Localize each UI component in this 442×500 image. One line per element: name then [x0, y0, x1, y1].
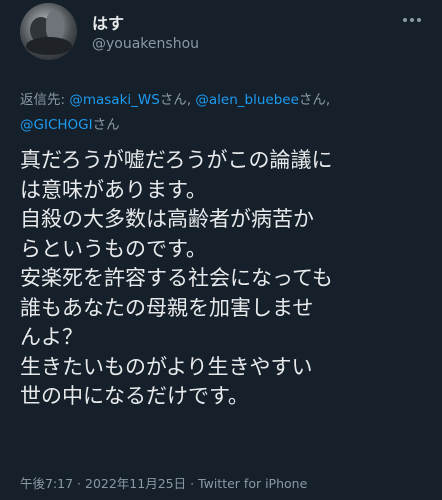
tweet-text-line: は意味があります。: [20, 177, 207, 202]
tweet-text-line: んよ？: [20, 325, 83, 349]
tweet-text-line: 真だろうが嘘だろうがこの論議に: [20, 148, 333, 172]
mention-separator: ,: [325, 92, 331, 108]
tweet-text-line: 生きたいものがより生きやすい: [20, 354, 313, 379]
mention-link[interactable]: @masaki_WS: [69, 92, 159, 108]
mention-suffix: さん: [298, 92, 326, 108]
tweet-text: 真だろうが嘘だろうがこの論議に は意味があります。 自殺の大多数は高齢者が病苦か…: [20, 146, 430, 412]
more-options-icon[interactable]: [400, 12, 424, 28]
tweet-text-line: 自殺の大多数は高齢者が病苦か: [20, 207, 314, 231]
meta-separator: ·: [73, 476, 85, 491]
tweet-detail: はす @youakenshou 返信先: @masaki_WSさん, @alen…: [0, 0, 442, 500]
mention-suffix: さん: [159, 92, 187, 108]
meta-separator: ·: [186, 476, 199, 491]
tweet-text-line: 世の中になるだけです。: [20, 384, 249, 408]
display-name[interactable]: はす: [92, 10, 124, 34]
mention-suffix: さん: [92, 117, 120, 133]
tweet-text-line: 誰もあなたの母親を加害しませ: [20, 295, 314, 320]
tweet-text-line: らというものです。: [20, 236, 207, 261]
user-handle[interactable]: @youakenshou: [92, 36, 199, 52]
mention-link[interactable]: @GICHOGI: [20, 117, 93, 133]
reply-to-prefix: 返信先:: [20, 92, 70, 108]
mention-link[interactable]: @alen_bluebee: [195, 92, 299, 108]
tweet-meta: 午後7:17 · 2022年11月25日 · Twitter for iPhon…: [20, 473, 307, 492]
reply-to-line: 返信先: @masaki_WSさん, @alen_bluebeeさん, @GIC…: [20, 88, 420, 138]
tweet-date[interactable]: 2022年11月25日: [85, 476, 186, 491]
tweet-source: Twitter for iPhone: [198, 476, 308, 491]
tweet-text-line: 安楽死を許容する社会になっても: [20, 266, 333, 290]
avatar[interactable]: [20, 3, 77, 60]
tweet-time[interactable]: 午後7:17: [20, 476, 73, 491]
